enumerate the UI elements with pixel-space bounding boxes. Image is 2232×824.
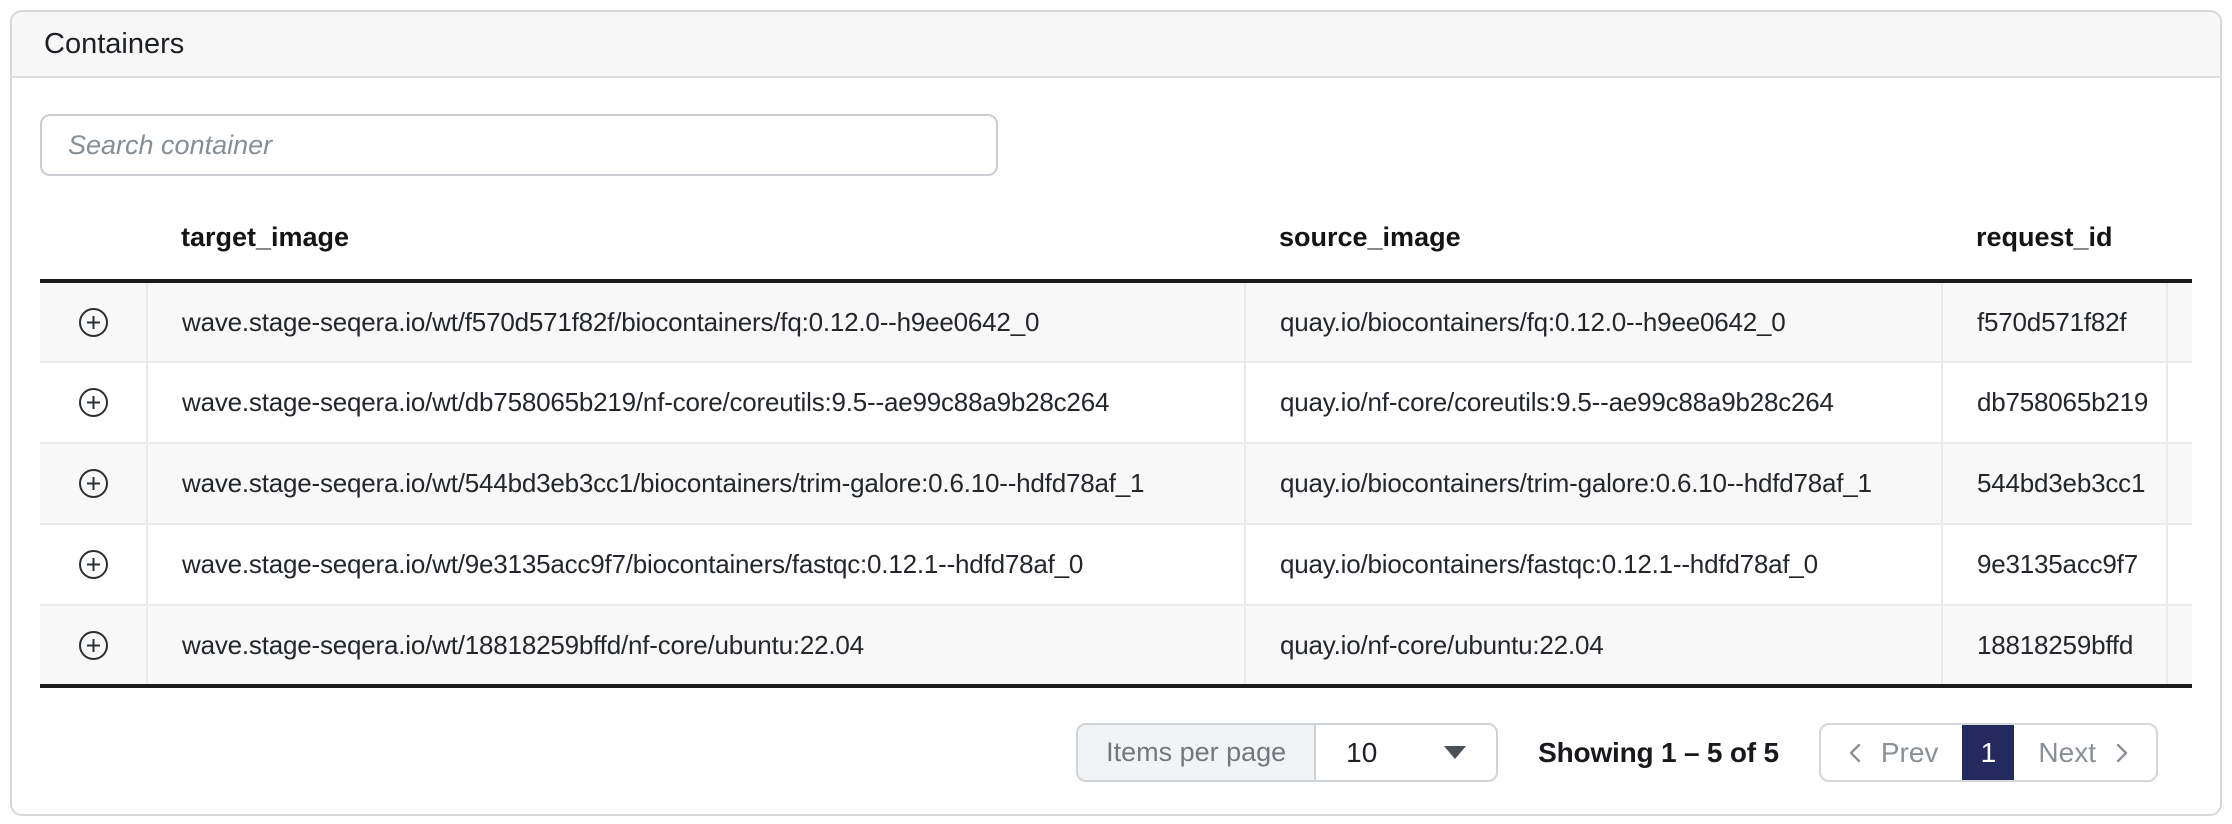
circle-plus-icon xyxy=(78,630,109,661)
expand-row-button[interactable] xyxy=(72,624,115,667)
containers-table: target_image source_image request_id wav… xyxy=(40,196,2192,688)
cell-extra xyxy=(2167,362,2192,443)
panel-body: target_image source_image request_id wav… xyxy=(12,78,2220,782)
table-row: wave.stage-seqera.io/wt/9e3135acc9f7/bio… xyxy=(40,524,2192,605)
header-source-image: source_image xyxy=(1245,196,1942,281)
search-input[interactable] xyxy=(40,114,998,176)
cell-source-image: quay.io/biocontainers/fq:0.12.0--h9ee064… xyxy=(1245,281,1942,362)
cell-extra xyxy=(2167,524,2192,605)
items-per-page-label: Items per page xyxy=(1078,725,1316,780)
cell-request-id: 9e3135acc9f7 xyxy=(1942,524,2167,605)
circle-plus-icon xyxy=(78,468,109,499)
containers-panel: Containers target_image source_image req… xyxy=(10,10,2222,816)
cell-request-id: 544bd3eb3cc1 xyxy=(1942,443,2167,524)
items-per-page-group: Items per page 10 xyxy=(1076,723,1498,782)
cell-extra xyxy=(2167,443,2192,524)
cell-extra xyxy=(2167,605,2192,686)
panel-header: Containers xyxy=(12,12,2220,78)
table-row: wave.stage-seqera.io/wt/f570d571f82f/bio… xyxy=(40,281,2192,362)
cell-request-id: f570d571f82f xyxy=(1942,281,2167,362)
items-per-page-value: 10 xyxy=(1346,737,1377,769)
cell-source-image: quay.io/nf-core/ubuntu:22.04 xyxy=(1245,605,1942,686)
table-footer: Items per page 10 Showing 1 – 5 of 5 Pre… xyxy=(40,723,2192,782)
expand-row-button[interactable] xyxy=(72,301,115,344)
circle-plus-icon xyxy=(78,387,109,418)
cell-source-image: quay.io/nf-core/coreutils:9.5--ae99c88a9… xyxy=(1245,362,1942,443)
header-target-image: target_image xyxy=(147,196,1245,281)
table-header-row: target_image source_image request_id xyxy=(40,196,2192,281)
cell-target-image: wave.stage-seqera.io/wt/db758065b219/nf-… xyxy=(147,362,1245,443)
expand-row-button[interactable] xyxy=(72,462,115,505)
expand-row-button[interactable] xyxy=(72,381,115,424)
chevron-left-icon xyxy=(1845,740,1867,766)
showing-range-text: Showing 1 – 5 of 5 xyxy=(1538,737,1779,769)
cell-target-image: wave.stage-seqera.io/wt/544bd3eb3cc1/bio… xyxy=(147,443,1245,524)
cell-extra xyxy=(2167,281,2192,362)
cell-target-image: wave.stage-seqera.io/wt/f570d571f82f/bio… xyxy=(147,281,1245,362)
chevron-right-icon xyxy=(2110,740,2132,766)
pagination: Prev 1 Next xyxy=(1819,723,2158,782)
prev-page-label: Prev xyxy=(1881,737,1939,769)
circle-plus-icon xyxy=(78,549,109,580)
cell-source-image: quay.io/biocontainers/trim-galore:0.6.10… xyxy=(1245,443,1942,524)
cell-request-id: 18818259bffd xyxy=(1942,605,2167,686)
table-row: wave.stage-seqera.io/wt/544bd3eb3cc1/bio… xyxy=(40,443,2192,524)
header-request-id: request_id xyxy=(1942,196,2167,281)
items-per-page-select[interactable]: 10 xyxy=(1316,725,1496,780)
caret-down-icon xyxy=(1444,746,1466,759)
cell-source-image: quay.io/biocontainers/fastqc:0.12.1--hdf… xyxy=(1245,524,1942,605)
prev-page-button[interactable]: Prev xyxy=(1821,725,1963,780)
table-row: wave.stage-seqera.io/wt/db758065b219/nf-… xyxy=(40,362,2192,443)
circle-plus-icon xyxy=(78,307,109,338)
page-title: Containers xyxy=(44,28,184,61)
next-page-label: Next xyxy=(2038,737,2096,769)
cell-target-image: wave.stage-seqera.io/wt/18818259bffd/nf-… xyxy=(147,605,1245,686)
table-row: wave.stage-seqera.io/wt/18818259bffd/nf-… xyxy=(40,605,2192,686)
current-page-button[interactable]: 1 xyxy=(1962,725,2014,780)
header-extra xyxy=(2167,196,2192,281)
cell-request-id: db758065b219 xyxy=(1942,362,2167,443)
header-expand xyxy=(40,196,147,281)
expand-row-button[interactable] xyxy=(72,543,115,586)
cell-target-image: wave.stage-seqera.io/wt/9e3135acc9f7/bio… xyxy=(147,524,1245,605)
next-page-button[interactable]: Next xyxy=(2014,725,2156,780)
